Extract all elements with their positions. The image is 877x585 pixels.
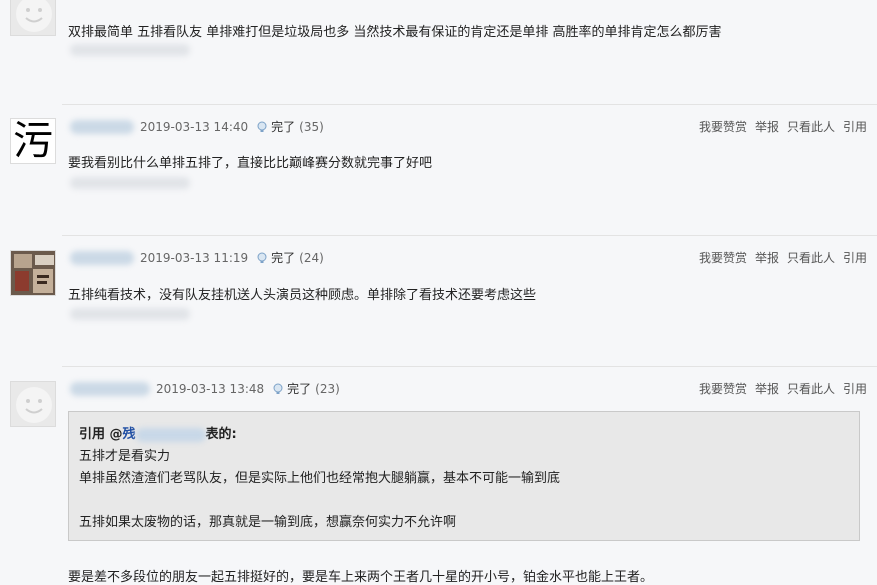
lightbulb-icon[interactable] bbox=[272, 383, 284, 395]
post-content: 双排最简单 五排看队友 单排难打但是垃圾局也多 当然技术最有保证的肯定还是单排 … bbox=[68, 25, 722, 40]
divider bbox=[62, 366, 877, 367]
avatar-character: 污 bbox=[13, 118, 53, 164]
signature-blurred bbox=[70, 44, 190, 56]
only-this-user-button[interactable]: 只看此人 bbox=[787, 118, 835, 135]
quote-button[interactable]: 引用 bbox=[843, 249, 867, 266]
quote-user-link[interactable]: 残 bbox=[123, 427, 136, 442]
quote-button[interactable]: 引用 bbox=[843, 118, 867, 135]
post-content: 要我看别比什么单排五排了，直接比比巅峰赛分数就完事了好吧 bbox=[68, 156, 433, 171]
only-this-user-button[interactable]: 只看此人 bbox=[787, 249, 835, 266]
quote-user-blurred bbox=[135, 427, 206, 442]
tip-button[interactable]: 我要赞赏 bbox=[699, 249, 747, 266]
post-actions: 我要赞赏 举报 只看此人 引用 bbox=[699, 118, 867, 135]
avatar[interactable] bbox=[10, 0, 56, 36]
quote-line: 五排才是看实力 bbox=[79, 449, 171, 464]
username-blurred[interactable] bbox=[70, 119, 134, 134]
tip-button[interactable]: 我要赞赏 bbox=[699, 380, 747, 397]
quote-header: 引用 @残 表的: bbox=[79, 424, 849, 446]
quote-line: 单排虽然渣渣们老骂队友，但是实际上他们也经常抱大腿躺赢，基本不可能一输到底 bbox=[79, 471, 561, 486]
post-meta: 2019-03-13 13:48 完了 (23) bbox=[70, 380, 340, 397]
signature-blurred bbox=[70, 177, 190, 189]
default-avatar-icon bbox=[16, 387, 52, 423]
quote-line: 五排如果太废物的话，那真就是一输到底，想赢奈何实力不允许啊 bbox=[79, 515, 457, 530]
reaction-label[interactable]: 完了 bbox=[287, 380, 311, 397]
divider bbox=[62, 235, 877, 236]
username-blurred[interactable] bbox=[70, 250, 134, 265]
reaction-count: (35) bbox=[299, 119, 324, 134]
quote-block: 引用 @残 表的: 五排才是看实力 单排虽然渣渣们老骂队友，但是实际上他们也经常抱… bbox=[68, 411, 860, 541]
reaction-label[interactable]: 完了 bbox=[271, 118, 295, 135]
report-button[interactable]: 举报 bbox=[755, 249, 779, 266]
reaction-count: (23) bbox=[315, 381, 340, 396]
post-actions: 我要赞赏 举报 只看此人 引用 bbox=[699, 249, 867, 266]
post-time: 2019-03-13 13:48 bbox=[156, 381, 265, 396]
avatar[interactable]: 污 bbox=[10, 118, 56, 164]
quote-button[interactable]: 引用 bbox=[843, 380, 867, 397]
username-blurred[interactable] bbox=[70, 381, 150, 396]
lightbulb-icon[interactable] bbox=[256, 121, 268, 133]
reaction-label[interactable]: 完了 bbox=[271, 249, 295, 266]
report-button[interactable]: 举报 bbox=[755, 118, 779, 135]
avatar[interactable] bbox=[10, 381, 56, 427]
quote-prefix: 引用 @ bbox=[79, 427, 123, 442]
collage-avatar-image bbox=[11, 251, 55, 295]
report-button[interactable]: 举报 bbox=[755, 380, 779, 397]
post-actions: 我要赞赏 举报 只看此人 引用 bbox=[699, 380, 867, 397]
default-avatar-icon bbox=[16, 0, 52, 32]
only-this-user-button[interactable]: 只看此人 bbox=[787, 380, 835, 397]
post-time: 2019-03-13 11:19 bbox=[140, 250, 249, 265]
reaction-count: (24) bbox=[299, 250, 324, 265]
post-meta: 2019-03-13 14:40 完了 (35) bbox=[70, 118, 324, 135]
tip-button[interactable]: 我要赞赏 bbox=[699, 118, 747, 135]
post-meta: 2019-03-13 11:19 完了 (24) bbox=[70, 249, 324, 266]
post-content: 要是差不多段位的朋友一起五排挺好的，要是车上来两个王者几十星的开小号，铂金水平也… bbox=[68, 570, 654, 585]
post-time: 2019-03-13 14:40 bbox=[140, 119, 249, 134]
quote-suffix: 表的: bbox=[205, 427, 237, 442]
signature-blurred bbox=[70, 308, 190, 320]
post-content: 五排纯看技术，没有队友挂机送人头演员这种顾虑。单排除了看技术还要考虑这些 bbox=[68, 288, 537, 303]
divider bbox=[62, 104, 877, 105]
lightbulb-icon[interactable] bbox=[256, 252, 268, 264]
avatar[interactable] bbox=[10, 250, 56, 296]
